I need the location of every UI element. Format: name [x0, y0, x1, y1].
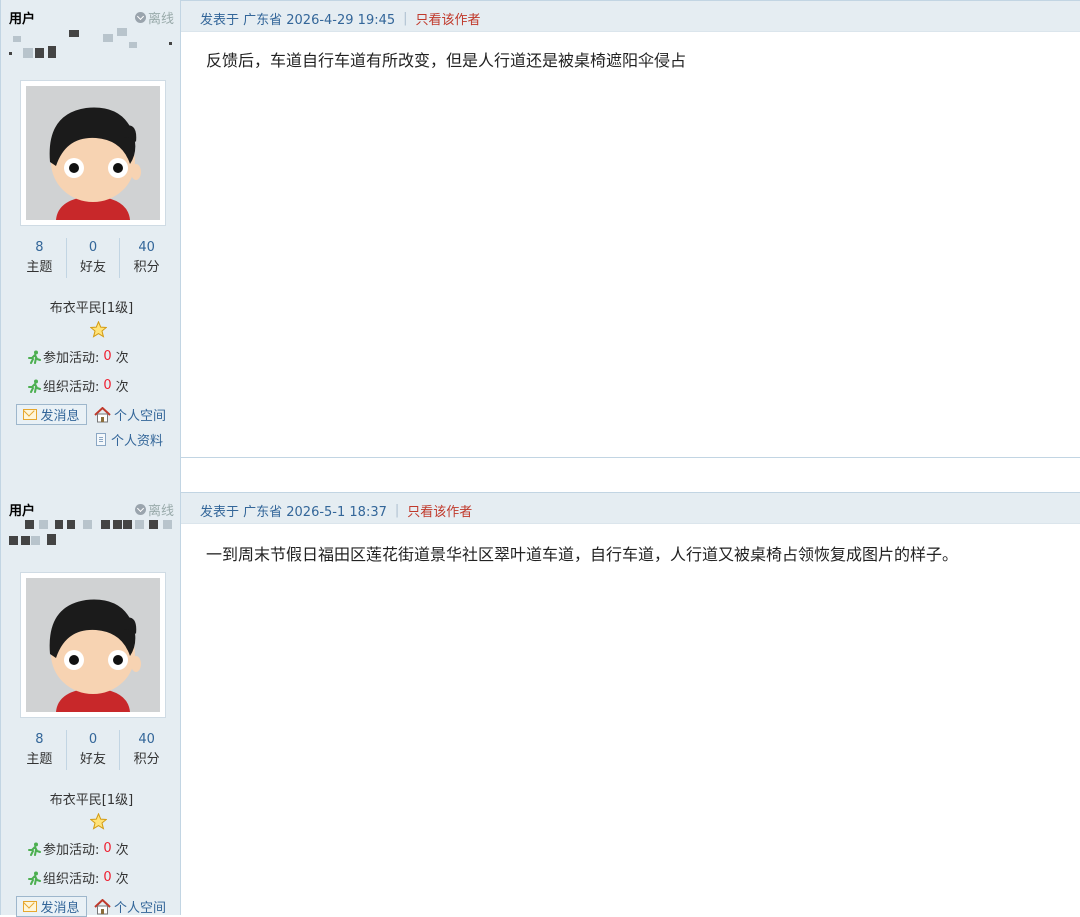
friends-label: 好友 [80, 260, 107, 275]
post-content: 发表于 广东省 2026-4-29 19:45 | 只看该作者 反馈后，车道自行… [181, 0, 1080, 492]
user-label: 用户 [9, 12, 36, 27]
personal-space-label: 个人空间 [114, 409, 167, 424]
post-body: 反馈后，车道自行车道有所改变，但是人行道还是被桌椅遮阳伞侵占 [206, 51, 687, 70]
topics-label: 主题 [26, 752, 53, 767]
star-icon [90, 321, 107, 338]
running-man-icon [28, 379, 41, 393]
post-header: 发表于 广东省 2026-4-29 19:45 | 只看该作者 [181, 0, 1080, 32]
activity-count: 0 [103, 841, 112, 856]
personal-profile-label: 个人资料 [111, 434, 164, 449]
user-label: 用户 [9, 504, 36, 519]
offline-icon [134, 504, 146, 515]
divider: | [394, 503, 400, 518]
offline-icon [134, 12, 146, 23]
post-time: 发表于 广东省 2026-4-29 19:45 [200, 13, 396, 28]
friends-count[interactable]: 0 [67, 730, 120, 750]
author-only-link[interactable]: 只看该作者 [407, 501, 472, 520]
status-text: 离线 [147, 504, 174, 519]
stat-topics[interactable]: 8 主题 [13, 238, 66, 278]
activity-unit: 次 [115, 380, 129, 395]
forum-post: 用户 离线 8 主题 0 好友 40 积分 布衣平民[1级] 参加活动: 0 次… [0, 0, 1080, 492]
author-sidebar: 用户 离线 8 主题 0 好友 40 积分 布衣平民[1级] 参加活动: 0 次… [0, 0, 181, 492]
document-icon [96, 433, 106, 446]
house-icon [94, 898, 111, 914]
send-message-button[interactable]: 发消息 [16, 404, 87, 425]
post-meta: 发表于 广东省 2026-4-29 19:45 | 只看该作者 [200, 9, 481, 28]
points-label: 积分 [133, 260, 160, 275]
post-meta: 发表于 广东省 2026-5-1 18:37 | 只看该作者 [200, 501, 472, 520]
personal-profile-link[interactable]: 个人资料 [96, 430, 163, 449]
topics-label: 主题 [26, 260, 53, 275]
stat-topics[interactable]: 8 主题 [13, 730, 66, 770]
masked-username [9, 28, 179, 68]
activity-count: 0 [103, 870, 112, 885]
running-man-icon [28, 842, 41, 856]
status-text: 离线 [147, 12, 174, 27]
cartoon-boy-avatar-icon [26, 578, 160, 712]
avatar[interactable] [20, 572, 166, 718]
send-message-label: 发消息 [40, 901, 80, 916]
activity-joined: 参加活动: 0 次 [27, 839, 129, 858]
topics-count[interactable]: 8 [13, 730, 66, 750]
points-count[interactable]: 40 [120, 730, 173, 750]
send-message-button[interactable]: 发消息 [16, 896, 87, 917]
divider: | [403, 11, 408, 26]
stat-points[interactable]: 40 积分 [119, 730, 173, 770]
activity-label: 组织活动: [43, 380, 100, 395]
forum-post: 用户 离线 8 主题 0 好友 40 积分 布衣平民[1级] 参加活动: 0 次… [0, 492, 1080, 917]
friends-label: 好友 [80, 752, 107, 767]
avatar[interactable] [20, 80, 166, 226]
house-icon [94, 406, 111, 422]
masked-username [9, 520, 179, 560]
activity-count: 0 [103, 349, 112, 364]
points-count[interactable]: 40 [120, 238, 173, 258]
activity-label: 参加活动: [43, 843, 100, 858]
online-status: 离线 [134, 8, 174, 27]
post-divider [181, 457, 1080, 458]
activity-organized: 组织活动: 0 次 [27, 868, 129, 887]
cartoon-boy-avatar-icon [26, 86, 160, 220]
friends-count[interactable]: 0 [67, 238, 120, 258]
user-rank: 布衣平民[1级] [49, 793, 134, 808]
personal-space-link[interactable]: 个人空间 [94, 897, 166, 916]
personal-space-label: 个人空间 [114, 901, 167, 916]
activity-joined: 参加活动: 0 次 [27, 347, 129, 366]
user-stats: 8 主题 0 好友 40 积分 [13, 730, 173, 770]
stat-friends[interactable]: 0 好友 [65, 730, 120, 770]
user-stats: 8 主题 0 好友 40 积分 [13, 238, 173, 278]
stat-friends[interactable]: 0 好友 [65, 238, 120, 278]
running-man-icon [28, 871, 41, 885]
topics-count[interactable]: 8 [13, 238, 66, 258]
mail-icon [23, 409, 38, 420]
running-man-icon [28, 350, 41, 364]
user-rank: 布衣平民[1级] [49, 301, 134, 316]
avatar-image [26, 578, 160, 712]
avatar-image [26, 86, 160, 220]
activity-label: 参加活动: [43, 351, 100, 366]
activity-count: 0 [103, 378, 112, 393]
author-only-link[interactable]: 只看该作者 [416, 9, 481, 28]
activity-unit: 次 [115, 843, 129, 858]
points-label: 积分 [133, 752, 160, 767]
post-body: 一到周末节假日福田区莲花街道景华社区翠叶道车道，自行车道，人行道又被桌椅占领恢复… [206, 545, 959, 564]
online-status: 离线 [134, 500, 174, 519]
personal-space-link[interactable]: 个人空间 [94, 405, 166, 424]
activity-unit: 次 [115, 351, 129, 366]
post-header: 发表于 广东省 2026-5-1 18:37 | 只看该作者 [181, 492, 1080, 524]
post-time: 发表于 广东省 2026-5-1 18:37 [200, 505, 387, 520]
stat-points[interactable]: 40 积分 [119, 238, 173, 278]
author-sidebar: 用户 离线 8 主题 0 好友 40 积分 布衣平民[1级] 参加活动: 0 次… [0, 492, 181, 917]
activity-label: 组织活动: [43, 872, 100, 887]
mail-icon [23, 901, 38, 912]
post-content: 发表于 广东省 2026-5-1 18:37 | 只看该作者 一到周末节假日福田… [181, 492, 1080, 915]
activity-organized: 组织活动: 0 次 [27, 376, 129, 395]
send-message-label: 发消息 [40, 409, 80, 424]
activity-unit: 次 [115, 872, 129, 887]
star-icon [90, 813, 107, 830]
